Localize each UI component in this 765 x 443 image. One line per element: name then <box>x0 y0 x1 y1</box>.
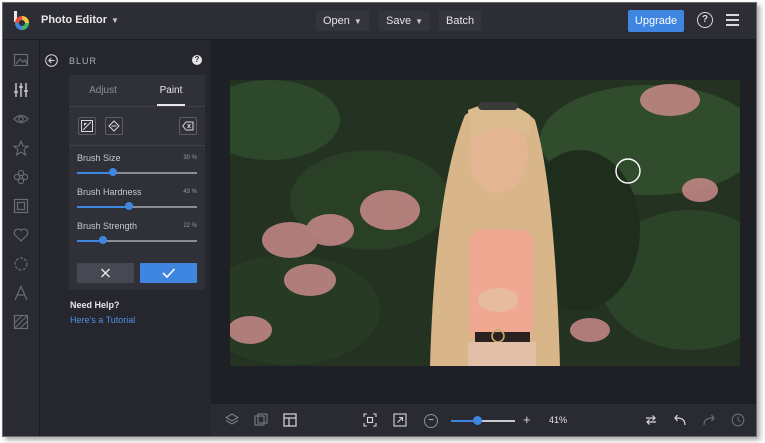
undo-icon[interactable] <box>673 413 687 427</box>
panel-title: BLUR <box>69 56 98 66</box>
upgrade-button[interactable]: Upgrade <box>628 10 684 32</box>
tab-adjust[interactable]: Adjust <box>69 75 137 106</box>
canvas-workspace <box>211 40 756 403</box>
adjustments-icon[interactable] <box>13 82 29 98</box>
flower-icon[interactable] <box>13 169 29 185</box>
chevron-down-icon: ▼ <box>111 16 119 25</box>
divider <box>69 145 205 146</box>
zoom-slider-handle[interactable] <box>473 416 483 425</box>
compare-icon[interactable] <box>254 413 268 427</box>
batch-label: Batch <box>446 15 475 27</box>
checkmark-icon <box>162 268 176 279</box>
layers-icon[interactable] <box>225 413 239 427</box>
help-icon[interactable]: ? <box>697 12 713 28</box>
app-logo-icon[interactable] <box>11 11 31 31</box>
history-icon[interactable] <box>731 413 745 427</box>
save-label: Save <box>386 15 412 27</box>
shape-icon[interactable] <box>13 256 29 272</box>
brush-hardness-slider[interactable] <box>77 202 197 210</box>
backspace-icon <box>182 121 194 131</box>
batch-button[interactable]: Batch <box>439 11 482 31</box>
brush-hardness-label: Brush Hardness <box>77 187 142 197</box>
image-icon[interactable] <box>13 52 29 68</box>
divider <box>69 106 205 107</box>
app-window: Photo Editor ▼ Open ▼ Save ▼ Batch Upgrade … <box>2 2 757 437</box>
flip-icon[interactable] <box>644 413 658 427</box>
brush-size-label: Brush Size <box>77 153 121 163</box>
save-menu-button[interactable]: Save ▼ <box>379 11 430 31</box>
invert-selection-icon <box>81 120 93 132</box>
chevron-down-icon: ▼ <box>415 17 423 26</box>
texture-icon[interactable] <box>13 314 29 330</box>
cancel-button[interactable] <box>77 263 134 283</box>
back-arrow-icon[interactable] <box>45 54 58 67</box>
slider-handle[interactable] <box>109 168 117 176</box>
app-title-dropdown[interactable]: Photo Editor ▼ <box>41 14 119 26</box>
invert-selection-button[interactable] <box>78 117 96 135</box>
blur-settings-card: Adjust Paint Brush Size 30 % Brush Hardn… <box>69 75 205 290</box>
slider-fill <box>77 206 129 208</box>
top-bar: Photo Editor ▼ Open ▼ Save ▼ Batch Upgrade … <box>3 3 756 40</box>
brush-strength-slider[interactable] <box>77 236 197 244</box>
brush-strength-value: 22 % <box>183 223 197 229</box>
blur-panel: BLUR ? Adjust Paint Brush Size 30 % Brus… <box>40 40 211 436</box>
frame-icon[interactable] <box>13 198 29 214</box>
fit-to-screen-icon[interactable] <box>363 413 377 427</box>
clear-button[interactable] <box>179 117 197 135</box>
actual-size-icon[interactable] <box>393 413 407 427</box>
slider-fill <box>77 172 113 174</box>
chevron-down-icon: ▼ <box>353 17 362 26</box>
star-icon[interactable] <box>13 140 29 156</box>
zoom-in-button[interactable]: + <box>523 412 531 427</box>
portrait-photo <box>230 80 740 366</box>
slider-handle[interactable] <box>124 202 133 210</box>
layout-icon[interactable] <box>283 413 297 427</box>
zoom-slider[interactable] <box>451 416 515 425</box>
tab-paint[interactable]: Paint <box>137 75 205 106</box>
zoom-level: 41% <box>549 415 568 425</box>
panel-help-icon[interactable]: ? <box>192 55 202 65</box>
text-icon[interactable] <box>13 285 29 301</box>
photo-canvas[interactable] <box>230 80 740 366</box>
need-help-heading: Need Help? <box>70 300 120 310</box>
app-title-label: Photo Editor <box>41 14 107 26</box>
brush-hardness-value: 43 % <box>183 189 197 195</box>
eraser-brush-icon <box>108 120 120 132</box>
eraser-brush-button[interactable] <box>105 117 123 135</box>
eye-icon[interactable] <box>13 111 29 127</box>
hamburger-menu-icon[interactable] <box>726 14 739 26</box>
bottom-toolbar: − + 41% <box>211 403 756 436</box>
brush-size-value: 30 % <box>183 155 197 161</box>
redo-icon[interactable] <box>702 413 716 427</box>
tutorial-link[interactable]: Here's a Tutorial <box>70 315 135 325</box>
zoom-out-button[interactable]: − <box>424 414 438 428</box>
apply-button[interactable] <box>140 263 197 283</box>
brush-size-slider[interactable] <box>77 168 197 176</box>
open-menu-button[interactable]: Open ▼ <box>316 11 369 31</box>
close-icon <box>101 268 110 278</box>
open-label: Open <box>323 15 350 27</box>
brush-strength-label: Brush Strength <box>77 221 138 231</box>
tool-rail <box>3 40 40 436</box>
slider-handle[interactable] <box>99 236 108 244</box>
heart-icon[interactable] <box>13 227 29 243</box>
